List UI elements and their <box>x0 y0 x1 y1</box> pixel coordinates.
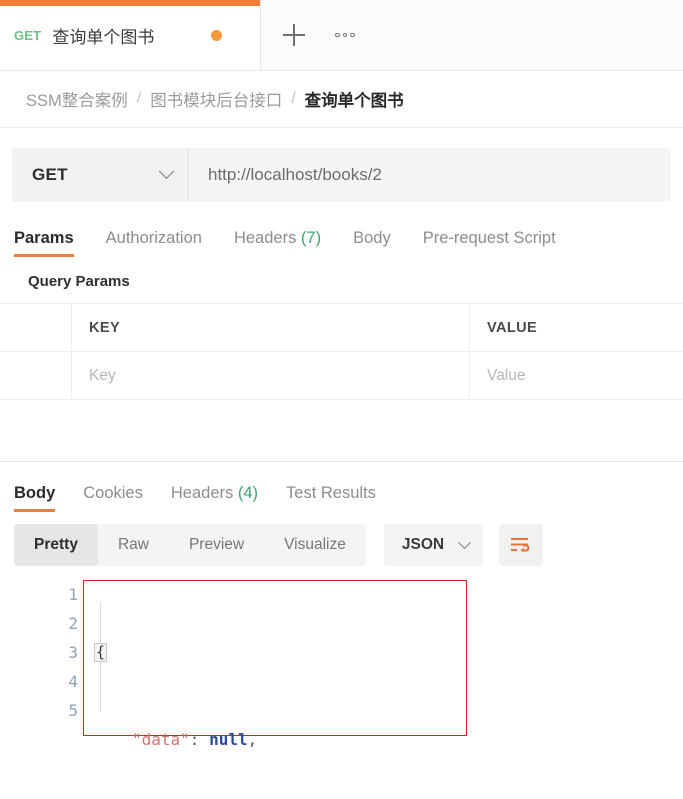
plus-icon[interactable] <box>283 24 305 46</box>
tab-method-label: GET <box>14 27 42 43</box>
row-key-cell[interactable]: Key <box>72 352 470 399</box>
tab-authorization[interactable]: Authorization <box>106 229 202 257</box>
response-tab-test-results-label: Test Results <box>286 484 376 502</box>
tab-headers[interactable]: Headers (7) <box>234 229 321 257</box>
request-url-input[interactable]: http://localhost/books/2 <box>188 148 671 202</box>
view-pretty[interactable]: Pretty <box>14 524 98 566</box>
breadcrumb: SSM整合案例 / 图书模块后台接口 / 查询单个图书 <box>0 71 683 128</box>
view-visualize[interactable]: Visualize <box>264 524 366 566</box>
breadcrumb-item-collection[interactable]: SSM整合案例 <box>26 87 128 111</box>
request-tabs: Params Authorization Headers (7) Body Pr… <box>0 215 683 257</box>
tab-bar: GET 查询单个图书 <box>0 0 683 71</box>
code-line-1: { <box>94 638 406 667</box>
json-comma: , <box>247 730 258 749</box>
response-section-divider <box>0 461 683 462</box>
postman-request-window: GET 查询单个图书 SSM整合案例 / 图书模块后台接口 / 查询单个图书 G… <box>0 0 683 799</box>
tab-body-label: Body <box>353 229 391 247</box>
line-number: 4 <box>68 672 78 691</box>
tab-pre-request-script[interactable]: Pre-request Script <box>423 229 556 257</box>
query-params-label: Query Params <box>28 273 130 290</box>
http-method-select[interactable]: GET <box>12 148 188 202</box>
code-line-2: "data": null, <box>94 725 406 754</box>
response-tab-test-results[interactable]: Test Results <box>286 484 376 512</box>
table-header-row: KEY VALUE <box>0 303 683 351</box>
query-params-table: KEY VALUE Key Value <box>0 303 683 461</box>
response-tab-body[interactable]: Body <box>14 484 56 512</box>
line-number-gutter: 1 2 3 4 5 <box>48 580 78 725</box>
response-tabs: Body Cookies Headers (4) Test Results <box>0 468 683 512</box>
response-view-segmented-control: Pretty Raw Preview Visualize <box>14 524 366 566</box>
url-bar: GET http://localhost/books/2 <box>12 148 671 202</box>
tab-headers-count: (7) <box>300 229 322 247</box>
key-input-placeholder: Key <box>89 366 116 384</box>
unsaved-dot-icon <box>211 29 222 41</box>
response-body-viewer: 1 2 3 4 5 { "data": null, "code": 50002,… <box>0 580 683 749</box>
view-preview[interactable]: Preview <box>169 524 264 566</box>
response-tab-headers[interactable]: Headers (4) <box>171 484 258 512</box>
json-key-data: "data" <box>132 730 190 749</box>
breadcrumb-item-request: 查询单个图书 <box>304 92 404 110</box>
response-language-select[interactable]: JSON <box>383 524 484 566</box>
json-value-data: null <box>209 730 248 749</box>
column-header-key: KEY <box>89 319 121 336</box>
response-tab-headers-label: Headers <box>170 484 234 502</box>
tab-bar-actions <box>261 0 355 70</box>
tab-body[interactable]: Body <box>353 229 391 257</box>
response-tab-headers-count: (4) <box>237 484 259 502</box>
view-raw[interactable]: Raw <box>98 524 169 566</box>
wrap-lines-button[interactable] <box>499 524 544 566</box>
tab-headers-label: Headers <box>233 229 297 247</box>
line-number: 1 <box>68 585 78 604</box>
tab-params[interactable]: Params <box>14 229 74 257</box>
tab-pre-request-script-label: Pre-request Script <box>422 229 556 247</box>
request-tab-active[interactable]: GET 查询单个图书 <box>0 0 261 70</box>
http-method-value: GET <box>32 165 68 184</box>
response-format-toolbar: Pretty Raw Preview Visualize JSON <box>0 524 683 566</box>
breadcrumb-separator: / <box>291 90 296 107</box>
tab-title-label: 查询单个图书 <box>52 27 155 47</box>
fold-marker-open[interactable]: { <box>94 643 107 662</box>
header-key-cell: KEY <box>72 304 470 351</box>
header-checkbox-cell <box>0 304 72 351</box>
line-number: 5 <box>68 701 78 720</box>
row-checkbox-cell[interactable] <box>0 352 72 399</box>
value-input-placeholder: Value <box>487 366 526 384</box>
active-tab-accent-bar <box>0 0 260 6</box>
tab-params-label: Params <box>14 229 74 247</box>
response-tab-body-label: Body <box>14 484 56 502</box>
response-language-value: JSON <box>401 536 445 553</box>
response-tab-cookies-label: Cookies <box>83 484 143 502</box>
table-row[interactable]: Key Value <box>0 351 683 399</box>
table-empty-area <box>0 399 683 461</box>
ellipsis-icon[interactable] <box>335 32 355 38</box>
chevron-down-icon <box>458 535 471 549</box>
json-code-content[interactable]: { "data": null, "code": 50002, "msg": "服… <box>94 580 406 799</box>
tab-authorization-label: Authorization <box>105 229 202 247</box>
breadcrumb-item-folder[interactable]: 图书模块后台接口 <box>150 87 282 111</box>
response-tab-cookies[interactable]: Cookies <box>83 484 143 512</box>
json-colon: : <box>189 730 200 749</box>
column-header-value: VALUE <box>487 319 538 336</box>
header-value-cell: VALUE <box>470 304 683 351</box>
chevron-down-icon <box>158 162 175 179</box>
row-value-cell[interactable]: Value <box>470 352 683 399</box>
breadcrumb-separator: / <box>136 90 142 107</box>
line-number: 2 <box>68 614 78 633</box>
line-number: 3 <box>68 643 78 662</box>
wrap-lines-icon <box>511 538 530 553</box>
